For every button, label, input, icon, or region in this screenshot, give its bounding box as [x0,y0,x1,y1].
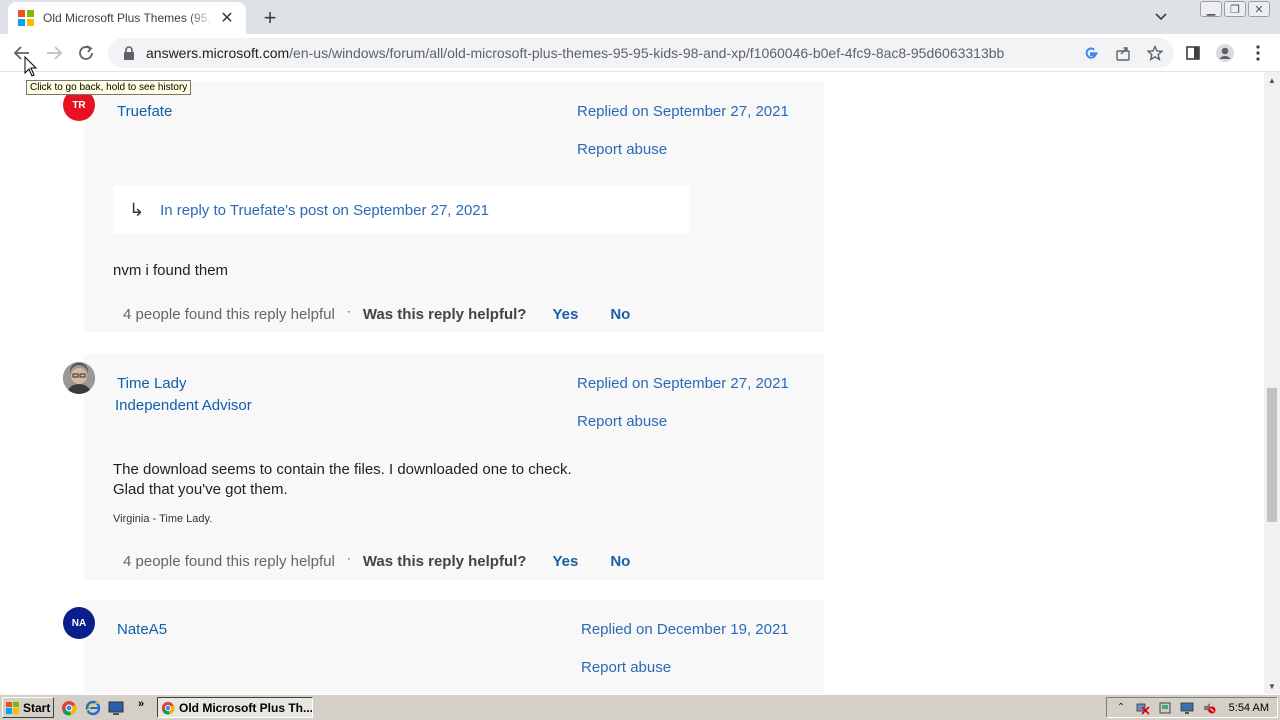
vertical-scrollbar[interactable]: ▲ ▼ [1264,72,1280,694]
tray-expand-icon[interactable]: ⌃ [1113,700,1129,716]
google-icon[interactable] [1082,44,1100,62]
replied-date[interactable]: Replied on December 19, 2021 [581,621,789,638]
new-tab-icon[interactable]: + [258,5,282,30]
lock-icon[interactable] [122,45,136,61]
taskbar-item-chrome[interactable]: Old Microsoft Plus Th... [157,697,313,718]
scroll-thumb[interactable] [1267,388,1277,522]
window-controls: ▁ ❐ ✕ [1200,1,1270,17]
author-name[interactable]: NateA5 [117,621,167,638]
separator-dot: · [346,550,351,565]
report-abuse-link[interactable]: Report abuse [581,659,671,676]
show-desktop-icon[interactable] [107,699,125,717]
chrome-icon [161,701,175,714]
tab-search-chevron-icon[interactable] [1150,6,1172,28]
chrome-quicklaunch-icon[interactable] [60,699,78,717]
avatar-initials: NA [71,617,87,629]
author-name[interactable]: Truefate [117,103,172,120]
author-name[interactable]: Time Lady [117,375,186,392]
menu-icon[interactable] [1247,42,1269,64]
url-host: answers.microsoft.com [146,45,290,61]
no-button[interactable]: No [610,553,630,570]
reply-body-line-1: The download seems to contain the files.… [113,461,572,478]
reload-icon[interactable] [73,40,99,66]
avatar[interactable] [63,362,95,394]
yes-button[interactable]: Yes [552,306,578,323]
reply-card-natea5 [84,600,824,694]
tray-volume-muted-icon[interactable] [1201,700,1217,716]
windows-flag-icon [6,701,20,714]
no-button[interactable]: No [610,306,630,323]
browser-tab[interactable]: Old Microsoft Plus Themes (95, 95 Kids, … [8,2,246,34]
report-abuse-link[interactable]: Report abuse [577,413,667,430]
start-label: Start [23,700,51,715]
taskbar-clock[interactable]: 5:54 AM [1229,702,1269,714]
tray-device-icon[interactable] [1157,700,1173,716]
address-bar[interactable]: answers.microsoft.com/en-us/windows/foru… [108,38,1174,68]
signature: Virginia - Time Lady. [113,513,213,525]
minimize-icon[interactable]: ▁ [1200,1,1222,17]
url-path: /en-us/windows/forum/all/old-microsoft-p… [289,45,1005,61]
replied-date[interactable]: Replied on September 27, 2021 [577,103,789,120]
reply-body-line-2: Glad that you've got them. [113,481,288,498]
avatar-initials: TR [72,99,86,111]
back-tooltip: Click to go back, hold to see history [26,80,192,95]
in-reply-link[interactable]: In reply to Truefate's post on September… [160,202,489,219]
browser-toolbar: answers.microsoft.com/en-us/windows/foru… [0,34,1280,72]
tray-display-icon[interactable] [1179,700,1195,716]
microsoft-favicon-icon [18,10,34,26]
profile-icon[interactable] [1214,42,1236,64]
internet-explorer-icon[interactable] [84,699,102,717]
helpful-row: 4 people found this reply helpful · Was … [123,303,630,324]
restore-icon[interactable]: ❐ [1224,1,1246,17]
helpful-question: Was this reply helpful? [362,553,527,570]
start-button[interactable]: Start [2,697,54,718]
taskbar-item-label: Old Microsoft Plus Th... [179,700,313,715]
helpful-count: 4 people found this reply helpful [123,306,335,323]
yes-button[interactable]: Yes [552,553,578,570]
helpful-count: 4 people found this reply helpful [123,553,335,570]
tab-strip: Old Microsoft Plus Themes (95, 95 Kids, … [0,0,1280,34]
tray-network-icon[interactable] [1135,700,1151,716]
forward-icon[interactable] [41,40,67,66]
reply-arrow-icon: ↳ [129,199,145,220]
separator-dot: · [346,303,351,318]
user-photo-icon [63,362,95,394]
omnibox-actions [1082,44,1164,62]
close-tab-icon[interactable]: ✕ [218,9,236,27]
helpful-row: 4 people found this reply helpful · Was … [123,550,630,571]
scroll-down-icon[interactable]: ▼ [1264,678,1280,694]
report-abuse-link[interactable]: Report abuse [577,141,667,158]
url-text: answers.microsoft.com/en-us/windows/foru… [146,45,1004,61]
avatar[interactable]: NA [63,607,95,639]
system-tray: ⌃ 5:54 AM [1106,697,1278,718]
close-window-icon[interactable]: ✕ [1248,1,1270,17]
author-role: Independent Advisor [115,397,252,414]
quicklaunch-overflow-icon[interactable]: » [138,698,144,710]
star-icon[interactable] [1146,44,1164,62]
replied-date[interactable]: Replied on September 27, 2021 [577,375,789,392]
mouse-cursor-icon [24,56,38,77]
in-reply-box[interactable]: ↳ In reply to Truefate's post on Septemb… [113,186,689,234]
sidepanel-icon[interactable] [1182,42,1204,64]
taskbar: Start » Old Microsoft Plus Th... ⌃ 5:54 … [0,694,1280,720]
reply-body: nvm i found them [113,262,229,279]
scroll-up-icon[interactable]: ▲ [1264,72,1280,88]
share-icon[interactable] [1114,44,1132,62]
page-content: TR Truefate Replied on September 27, 202… [0,72,1264,694]
helpful-question: Was this reply helpful? [362,306,527,323]
tab-title: Old Microsoft Plus Themes (95, 95 Kids, … [43,11,214,25]
